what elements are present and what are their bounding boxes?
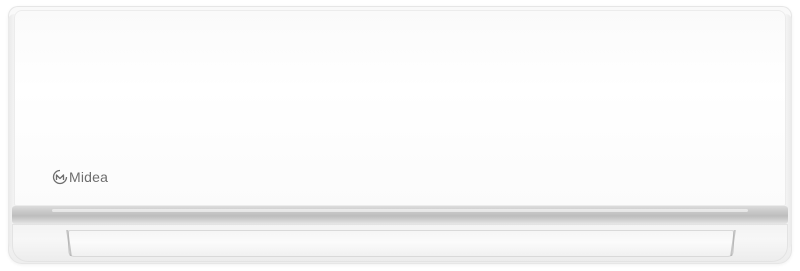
brand-logo: Midea	[52, 169, 108, 185]
air-conditioner-image: Midea	[0, 0, 800, 271]
front-panel	[14, 10, 786, 206]
brand-name: Midea	[69, 169, 109, 185]
silver-accent-strip	[12, 206, 788, 224]
accent-highlight	[52, 209, 748, 212]
air-outlet-louver	[68, 230, 734, 257]
midea-swoosh-icon	[52, 169, 68, 185]
